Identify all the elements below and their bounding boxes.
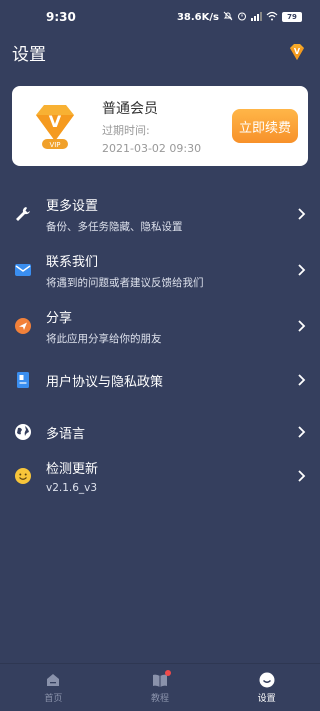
vip-badge-icon: V VIP: [26, 97, 84, 155]
vip-badge-text: VIP: [49, 141, 60, 149]
menu-item-check-update[interactable]: 检测更新 v2.1.6_v3: [0, 452, 320, 500]
bottom-tab-bar: 首页 教程 设置: [0, 663, 320, 711]
chevron-right-icon: [298, 470, 306, 482]
menu-title: 更多设置: [46, 198, 99, 214]
vip-card: V VIP 普通会员 过期时间: 2021-03-02 09:30 立即续费: [12, 86, 308, 166]
mute-bell-icon: [223, 11, 233, 24]
chevron-right-icon: [298, 208, 306, 220]
tab-label: 教程: [150, 693, 169, 704]
globe-icon: [14, 423, 32, 441]
vip-badge-letter: V: [49, 112, 62, 131]
tab-tutorial[interactable]: 教程: [130, 669, 190, 704]
vip-diamond-icon[interactable]: V: [286, 41, 308, 63]
header: 设置 V: [0, 38, 320, 66]
chevron-right-icon: [298, 426, 306, 438]
menu-subtitle: 备份、多任务隐藏、隐私设置: [46, 220, 183, 233]
mail-icon: [14, 261, 32, 279]
home-icon: [47, 673, 60, 686]
menu-item-language[interactable]: 多语言: [0, 408, 320, 456]
wifi-icon: [266, 11, 278, 24]
chevron-right-icon: [298, 264, 306, 276]
menu-title: 多语言: [46, 426, 86, 442]
app-version: v2.1.6_v3: [46, 482, 98, 494]
vip-expire-date: 2021-03-02 09:30: [102, 141, 202, 155]
status-time: 9:30: [46, 10, 76, 24]
menu-title: 用户协议与隐私政策: [46, 374, 164, 390]
svg-text:V: V: [294, 47, 301, 56]
chevron-right-icon: [298, 374, 306, 386]
menu-title: 检测更新: [46, 462, 99, 477]
vip-expire-label: 过期时间:: [102, 123, 150, 137]
battery-icon: 79: [282, 12, 302, 22]
menu-subtitle: 将遇到的问题或者建议反馈给我们: [46, 276, 204, 289]
settings-face-icon: [259, 672, 275, 687]
alarm-icon: [237, 11, 247, 24]
menu-item-agreement-privacy[interactable]: 用户协议与隐私政策: [0, 356, 320, 404]
notification-dot: [164, 669, 171, 676]
tab-label: 设置: [257, 693, 276, 704]
page-title: 设置: [12, 44, 46, 65]
smiley-icon: [14, 467, 32, 485]
document-icon: [14, 371, 32, 389]
status-bar: 9:30 38.6K/s 79: [0, 0, 320, 34]
menu-title: 分享: [46, 310, 73, 326]
tab-home[interactable]: 首页: [23, 672, 83, 704]
wrench-icon: [14, 205, 32, 223]
chevron-right-icon: [298, 320, 306, 332]
network-speed: 38.6K/s: [176, 11, 219, 23]
renew-button[interactable]: 立即续费: [232, 109, 298, 143]
menu-item-more-settings[interactable]: 更多设置 备份、多任务隐藏、隐私设置: [0, 190, 320, 238]
menu-item-share[interactable]: 分享 将此应用分享给你的朋友: [0, 302, 320, 350]
tab-label: 首页: [44, 693, 63, 704]
vip-info: 普通会员 过期时间: 2021-03-02 09:30: [102, 98, 232, 155]
vip-level: 普通会员: [102, 100, 158, 117]
menu-title: 联系我们: [46, 254, 99, 270]
signal-icon: [251, 11, 262, 24]
status-icons: 38.6K/s 79: [177, 11, 302, 24]
menu-subtitle: 将此应用分享给你的朋友: [46, 332, 162, 345]
share-icon: [14, 317, 32, 335]
tab-settings[interactable]: 设置: [237, 672, 297, 704]
menu-item-contact-us[interactable]: 联系我们 将遇到的问题或者建议反馈给我们: [0, 246, 320, 294]
